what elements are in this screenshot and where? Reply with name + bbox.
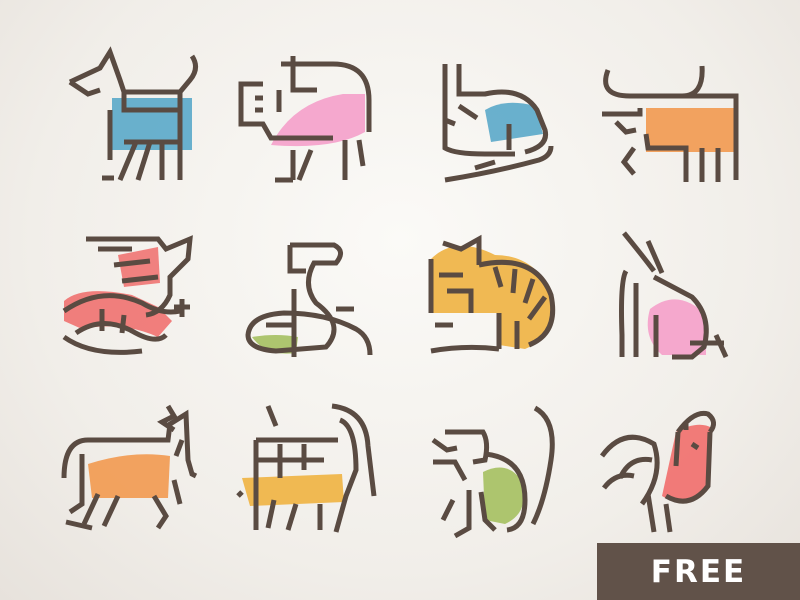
- goat-icon: [236, 400, 386, 540]
- dragon-icon: [62, 225, 212, 365]
- snake-icon: [236, 225, 386, 365]
- tiger-icon: [425, 225, 575, 365]
- monkey-icon: [425, 400, 575, 540]
- zodiac-icon-grid: [0, 0, 800, 600]
- dog-icon: [62, 50, 212, 190]
- rat-icon: [425, 50, 575, 190]
- rabbit-icon: [594, 225, 744, 365]
- pig-icon: [233, 50, 383, 190]
- ox-icon: [594, 50, 744, 190]
- rooster-icon: [594, 400, 744, 540]
- horse-icon: [62, 400, 212, 540]
- free-badge: FREE: [597, 543, 800, 600]
